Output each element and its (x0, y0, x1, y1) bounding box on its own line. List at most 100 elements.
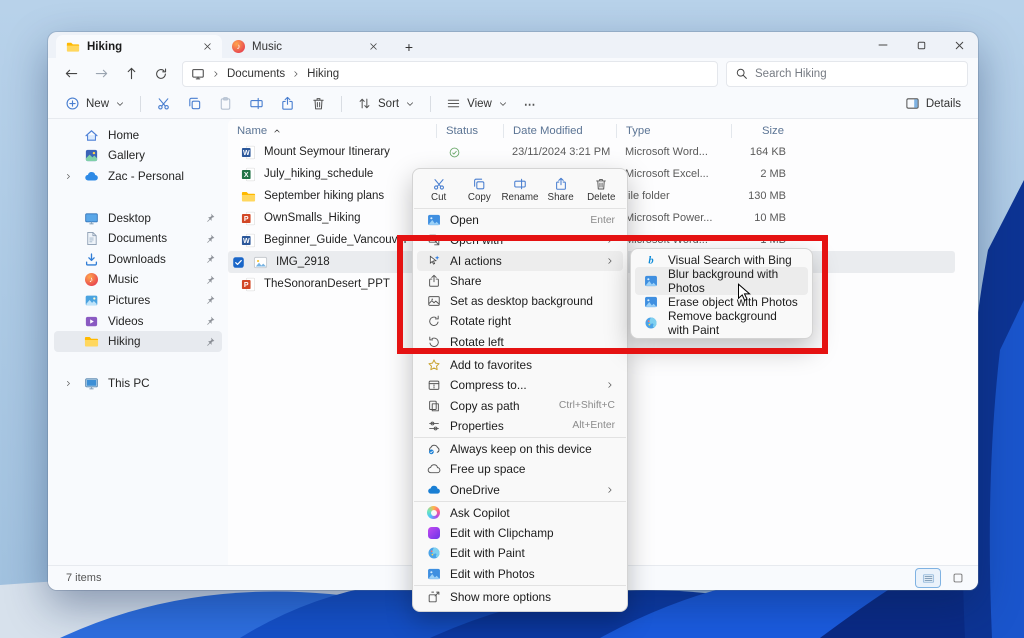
submenu-item-label: Visual Search with Bing (668, 253, 792, 267)
back-button[interactable] (58, 62, 84, 86)
delete-button[interactable] (304, 92, 333, 116)
sidebar-item-hiking[interactable]: Hiking (54, 331, 222, 352)
sidebar-item-videos[interactable]: Videos (54, 311, 222, 332)
address-bar[interactable]: Documents Hiking (182, 61, 718, 87)
column-header-name[interactable]: Name (228, 124, 436, 138)
expander-chevron-icon[interactable] (62, 379, 74, 388)
menu-item-ai-actions[interactable]: AI actions (417, 251, 623, 271)
sidebar-item-zac-personal[interactable]: Zac - Personal (54, 166, 222, 187)
pin-icon (204, 274, 216, 286)
menu-item-open[interactable]: OpenEnter (417, 210, 623, 230)
menu-divider (414, 353, 626, 354)
view-icon (446, 96, 461, 111)
menu-item-ask-copilot[interactable]: Ask Copilot (417, 503, 623, 523)
details-view-toggle[interactable] (916, 569, 940, 587)
menu-item-add-to-favorites[interactable]: Add to favorites (417, 355, 623, 375)
menu-item-onedrive[interactable]: OneDrive (417, 479, 623, 499)
sidebar-item-desktop[interactable]: Desktop (54, 208, 222, 229)
quick-action-label: Share (548, 192, 574, 203)
column-header-size[interactable]: Size (731, 124, 788, 138)
menu-item-set-as-desktop-background[interactable]: Set as desktop background (417, 291, 623, 311)
view-toggles (916, 569, 970, 587)
paste-button[interactable] (211, 92, 240, 116)
sidebar-item-documents[interactable]: Documents (54, 228, 222, 249)
sidebar-item-pictures[interactable]: Pictures (54, 290, 222, 311)
breadcrumb-documents[interactable]: Documents (227, 68, 285, 80)
menu-divider (414, 585, 626, 586)
sidebar-item-music[interactable]: ♪Music (54, 270, 222, 291)
sidebar-item-this-pc[interactable]: This PC (54, 373, 222, 394)
cut-button[interactable]: Cut (420, 174, 458, 206)
new-button[interactable]: New (58, 92, 132, 116)
delete-button[interactable]: Delete (582, 174, 620, 206)
file-date: 23/11/2024 3:21 PM (503, 146, 616, 158)
menu-item-copy-as-path[interactable]: Copy as pathCtrl+Shift+C (417, 395, 623, 415)
ppt-icon: P (241, 211, 256, 226)
search-input[interactable]: Search Hiking (726, 61, 968, 87)
quick-action-label: Rename (501, 192, 538, 203)
sidebar-item-downloads[interactable]: Downloads (54, 249, 222, 270)
cut-button[interactable] (149, 92, 178, 116)
menu-item-rotate-right[interactable]: Rotate right (417, 311, 623, 331)
sort-button[interactable]: Sort (350, 92, 422, 116)
menu-item-always-keep-on-this-device[interactable]: Always keep on this device (417, 439, 623, 459)
copy-button[interactable]: Copy (460, 174, 498, 206)
submenu-item-remove-background-with-paint[interactable]: Remove background with Paint (635, 309, 808, 337)
row-checkbox[interactable] (232, 256, 245, 269)
new-tab-button[interactable]: + (398, 36, 420, 58)
pictures-icon (84, 293, 99, 308)
menu-item-edit-with-photos[interactable]: Edit with Photos (417, 564, 623, 584)
thumbnail-view-toggle[interactable] (946, 569, 970, 587)
file-row-mount-seymour-itinerary[interactable]: WMount Seymour Itinerary23/11/2024 3:21 … (228, 141, 955, 163)
menu-item-free-up-space[interactable]: Free up space (417, 459, 623, 479)
tab-hiking[interactable]: Hiking (56, 35, 222, 58)
more-options-button[interactable]: ⋯ (517, 92, 543, 116)
quick-actions-row: CutCopyRename Share Delete (413, 173, 627, 207)
menu-item-open-with[interactable]: Open with (417, 230, 623, 250)
breadcrumb-hiking[interactable]: Hiking (307, 68, 339, 80)
details-pane-button[interactable]: Details (898, 92, 968, 116)
photos-icon (644, 274, 658, 288)
submenu-item-visual-search-with-bing[interactable]: bVisual Search with Bing (635, 253, 808, 267)
menu-item-label: Ask Copilot (450, 506, 615, 520)
sidebar-item-label: Hiking (108, 335, 195, 348)
refresh-button[interactable] (148, 62, 174, 86)
menu-item-show-more-options[interactable]: Show more options (417, 587, 623, 607)
view-button[interactable]: View (439, 92, 515, 116)
sidebar-item-home[interactable]: Home (54, 125, 222, 146)
close-button[interactable] (940, 32, 978, 58)
up-button[interactable] (118, 62, 144, 86)
copy-icon (187, 96, 202, 111)
share-button[interactable]: Share (542, 174, 580, 206)
sidebar-item-label: Gallery (108, 149, 218, 162)
maximize-button[interactable] (902, 32, 940, 58)
submenu-item-erase-object-with-photos[interactable]: Erase object with Photos (635, 295, 808, 309)
expander-chevron-icon[interactable] (62, 172, 74, 181)
column-header-type[interactable]: Type (616, 124, 731, 138)
minimize-button[interactable] (864, 32, 902, 58)
share-button[interactable] (273, 92, 302, 116)
tab-close-icon[interactable] (200, 40, 214, 54)
menu-item-rotate-left[interactable]: Rotate left (417, 332, 623, 352)
menu-item-label: Set as desktop background (450, 294, 615, 308)
column-header-date-modified[interactable]: Date Modified (503, 124, 616, 138)
tab-music[interactable]: ♪ Music (222, 35, 388, 58)
column-header-status[interactable]: Status (436, 124, 503, 138)
cut-icon (432, 177, 446, 191)
tab-close-icon[interactable] (366, 40, 380, 54)
menu-shortcut: Alt+Enter (572, 420, 615, 431)
file-name: Mount Seymour Itinerary (264, 146, 390, 158)
menu-item-compress-to-[interactable]: Compress to... (417, 375, 623, 395)
menu-item-properties[interactable]: PropertiesAlt+Enter (417, 416, 623, 436)
menu-item-share[interactable]: Share (417, 271, 623, 291)
menu-item-edit-with-paint[interactable]: Edit with Paint (417, 543, 623, 563)
copy-button[interactable] (180, 92, 209, 116)
menu-item-edit-with-clipchamp[interactable]: Edit with Clipchamp (417, 523, 623, 543)
submenu-item-blur-background-with-photos[interactable]: Blur background with Photos (635, 267, 808, 295)
rename-button[interactable] (242, 92, 271, 116)
sidebar-item-gallery[interactable]: Gallery (54, 146, 222, 167)
forward-button[interactable] (88, 62, 114, 86)
pin-icon (204, 253, 216, 265)
menu-item-label: OneDrive (450, 483, 605, 497)
rename-button[interactable]: Rename (501, 174, 539, 206)
